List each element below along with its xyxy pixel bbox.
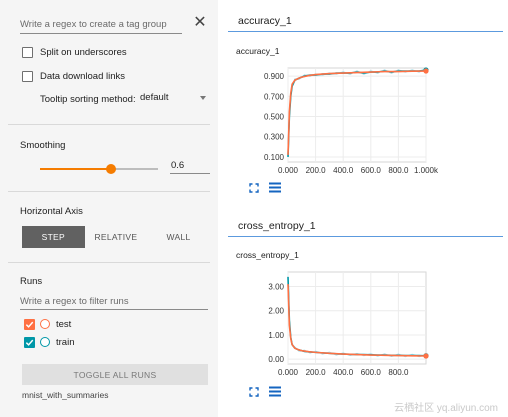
main-panel: accuracy_1 accuracy_1 0.000 200.0 400.0 600… <box>218 0 508 417</box>
toggle-all-runs-button[interactable]: TOGGLE ALL RUNS <box>22 364 208 385</box>
axis-relative-button[interactable]: RELATIVE <box>85 226 148 248</box>
data-menu-icon[interactable] <box>269 386 281 397</box>
data-menu-icon[interactable] <box>269 182 281 193</box>
chart-title-accuracy: accuracy_1 <box>236 46 280 56</box>
chart-title-cross-entropy: cross_entropy_1 <box>236 250 299 260</box>
fullscreen-icon[interactable] <box>249 183 259 193</box>
smoothing-value-input[interactable] <box>170 158 210 174</box>
tag-regex-input[interactable] <box>20 14 182 34</box>
run-train-checkbox[interactable] <box>24 336 35 348</box>
y-tick-label: 1.00 <box>268 331 284 340</box>
checkmark-icon <box>25 339 34 346</box>
series-test-endpoint <box>423 68 429 74</box>
run-test-label: test <box>56 318 72 330</box>
sidebar: ✕ Split on underscores Data download lin… <box>0 0 218 417</box>
slider-fill <box>40 168 111 170</box>
smoothing-slider[interactable] <box>40 164 158 174</box>
x-tick-label: 1.000k <box>414 166 439 175</box>
y-tick-label: 0.700 <box>264 92 285 101</box>
x-tick-label: 400.0 <box>333 368 354 377</box>
y-tick-label: 0.100 <box>264 153 285 162</box>
tooltip-sort-label: Tooltip sorting method: <box>40 93 136 105</box>
y-tick-label: 3.00 <box>268 283 284 292</box>
section-header-cross-entropy[interactable]: cross_entropy_1 <box>228 215 503 237</box>
tooltip-sort-select[interactable]: default <box>140 89 208 107</box>
run-item-train[interactable]: train <box>24 335 74 349</box>
runs-title: Runs <box>20 276 43 287</box>
plot-area <box>287 271 427 365</box>
run-train-color-circle[interactable] <box>40 337 50 347</box>
tooltip-sort-row: Tooltip sorting method: default <box>40 92 210 106</box>
run-test-color-circle[interactable] <box>40 319 50 329</box>
close-icon[interactable]: ✕ <box>192 14 208 32</box>
plot-area <box>287 67 427 163</box>
y-tick-label: 0.500 <box>264 113 285 122</box>
tag-regex-row: ✕ <box>20 14 210 34</box>
x-tick-label: 200.0 <box>306 166 327 175</box>
axis-step-button[interactable]: STEP <box>22 226 85 248</box>
accuracy-chart[interactable]: 0.000 200.0 400.0 600.0 800.0 1.000k 0.100 0.30… <box>218 60 458 182</box>
divider <box>8 262 210 263</box>
slider-knob[interactable] <box>105 164 116 174</box>
log-directory-label: mnist_with_summaries <box>22 390 109 400</box>
y-tick-label: 0.00 <box>268 355 284 364</box>
fullscreen-icon[interactable] <box>249 387 259 397</box>
divider <box>8 191 210 192</box>
series-test-endpoint <box>423 353 429 359</box>
run-test-checkbox[interactable] <box>24 318 35 330</box>
checkmark-icon <box>25 321 34 328</box>
axis-wall-button[interactable]: WALL <box>147 226 210 248</box>
x-tick-label: 0.000 <box>278 368 299 377</box>
x-tick-label: 800.0 <box>388 368 409 377</box>
y-tick-label: 0.300 <box>264 133 285 142</box>
split-underscores-option[interactable]: Split on underscores <box>22 45 127 59</box>
x-tick-label: 800.0 <box>388 166 409 175</box>
watermark: 云栖社区 yq.aliyun.com <box>394 403 498 414</box>
data-download-option[interactable]: Data download links <box>22 69 125 83</box>
split-underscores-checkbox[interactable] <box>22 46 33 58</box>
runs-filter-input[interactable] <box>20 294 208 310</box>
smoothing-title: Smoothing <box>20 140 66 151</box>
cross-entropy-chart[interactable]: 0.000 200.0 400.0 600.0 800.0 0.00 1.00 2.00 3.0… <box>218 264 458 384</box>
split-underscores-label: Split on underscores <box>40 46 127 58</box>
section-name: cross_entropy_1 <box>238 220 316 232</box>
y-tick-label: 0.900 <box>264 72 285 81</box>
run-item-test[interactable]: test <box>24 317 71 331</box>
y-tick-label: 2.00 <box>268 307 284 316</box>
data-download-label: Data download links <box>40 70 126 82</box>
divider <box>8 124 210 125</box>
run-train-label: train <box>56 336 75 348</box>
horizontal-axis-toggle: STEP RELATIVE WALL <box>22 226 210 248</box>
x-tick-label: 600.0 <box>361 368 382 377</box>
x-tick-label: 0.000 <box>278 166 299 175</box>
data-download-checkbox[interactable] <box>22 70 33 82</box>
horizontal-axis-title: Horizontal Axis <box>20 206 83 217</box>
dropdown-arrow-icon <box>200 96 206 100</box>
section-header-accuracy[interactable]: accuracy_1 <box>228 10 503 32</box>
x-tick-label: 200.0 <box>306 368 327 377</box>
x-tick-label: 600.0 <box>361 166 382 175</box>
tooltip-sort-value: default <box>140 92 169 103</box>
section-name: accuracy_1 <box>238 15 292 27</box>
x-tick-label: 400.0 <box>333 166 354 175</box>
